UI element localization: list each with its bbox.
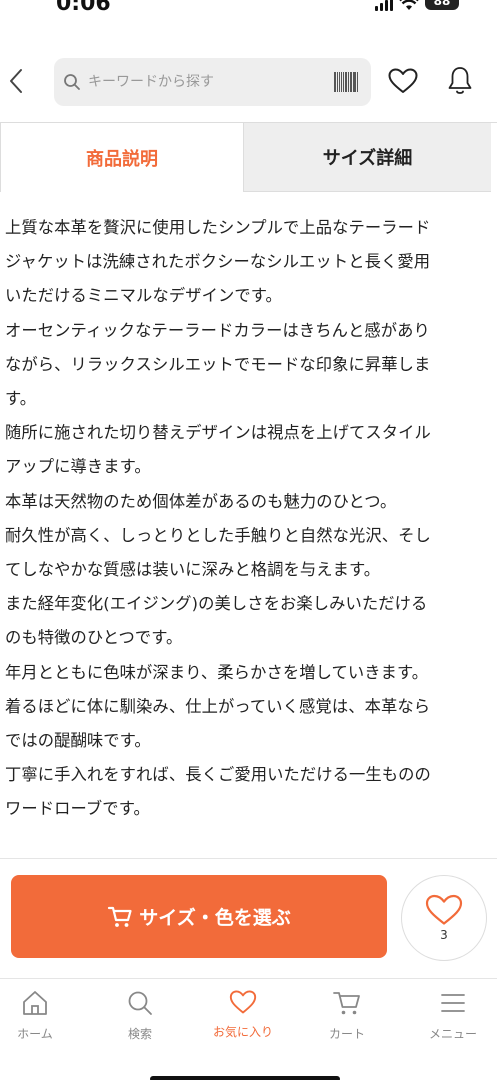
tab-description[interactable]: 商品説明	[0, 123, 244, 192]
status-time: 0:06	[56, 0, 111, 16]
signal-icon	[375, 0, 393, 11]
description-line: ワードローブです。	[5, 799, 150, 819]
heart-icon	[229, 990, 257, 1014]
nav-label-search: 検索	[127, 1027, 152, 1041]
search-icon	[64, 74, 80, 90]
status-indicators: 88	[375, 0, 459, 11]
bottom-nav: ホーム 検索 お気に入り カート メニュー	[0, 978, 497, 1080]
search-bar[interactable]	[54, 58, 371, 106]
description-line: 本革は天然物のため個体差があるのも魅力のひとつ。	[5, 491, 397, 511]
barcode-icon[interactable]	[334, 72, 358, 92]
search-icon	[128, 991, 152, 1015]
nav-item-home[interactable]: ホーム	[0, 989, 85, 1042]
description-line: 着るほどに体に馴染み、仕上がっていく感覚は、本革なら	[5, 696, 431, 716]
home-indicator	[150, 1076, 340, 1080]
description-line: のも特徴のひとつです。	[5, 628, 183, 648]
description-line: 年月とともに色味が深まり、柔らかさを増していきます。	[5, 662, 429, 682]
menu-icon	[441, 994, 465, 1012]
header	[0, 56, 497, 108]
search-input[interactable]	[88, 68, 318, 96]
nav-item-menu[interactable]: メニュー	[403, 989, 497, 1042]
description-line: 上質な本革を贅沢に使用したシンプルで上品なテーラード	[5, 218, 431, 237]
chevron-left-icon	[10, 69, 22, 93]
favorite-button[interactable]: 3	[401, 875, 487, 961]
product-tabs: 商品説明 サイズ詳細	[0, 122, 497, 192]
description-line: 耐久性が高く、しっとりとした手触りと自然な光沢、そし	[5, 525, 431, 545]
nav-label-cart: カート	[328, 1027, 365, 1041]
cta-label: サイズ・色を選ぶ	[139, 908, 291, 929]
nav-label-favorites: お気に入り	[212, 1025, 273, 1039]
description-line: アップに導きます。	[5, 457, 151, 477]
tab-size-details[interactable]: サイズ詳細	[244, 123, 491, 192]
description-line: オーセンティックなテーラードカラーはきちんと感があり	[5, 320, 430, 340]
description-line: また経年変化(エイジング)の美しさをお楽しみいただける	[5, 594, 428, 614]
back-button[interactable]	[4, 64, 28, 98]
heart-icon[interactable]	[388, 68, 418, 94]
nav-label-home: ホーム	[17, 1027, 53, 1041]
favorite-count: 3	[440, 928, 448, 942]
cart-icon	[108, 906, 132, 927]
description-line: いただけるミニマルなデザインです。	[5, 286, 282, 306]
nav-item-search[interactable]: 検索	[90, 989, 190, 1042]
wifi-icon	[399, 0, 419, 10]
battery-icon: 88	[425, 0, 459, 10]
status-bar: 0:06 88	[0, 0, 497, 22]
nav-item-favorites[interactable]: お気に入り	[193, 989, 293, 1040]
home-icon	[23, 991, 47, 1015]
heart-icon	[425, 894, 463, 925]
description-line: 丁寧に手入れをすれば、長くご愛用いただける一生ものの	[5, 765, 431, 785]
description-line: ではの醍醐味です。	[5, 731, 151, 751]
product-description: 上質な本革を贅沢に使用したシンプルで上品なテーラード ジャケットは洗練されたボク…	[5, 211, 485, 827]
description-line: ながら、リラックスシルエットでモードな印象に昇華しま	[5, 354, 431, 374]
nav-label-menu: メニュー	[428, 1027, 477, 1041]
purchase-action-bar: サイズ・色を選ぶ 3	[0, 858, 497, 980]
bell-icon[interactable]	[447, 66, 473, 96]
cart-icon	[333, 992, 360, 1015]
select-size-color-button[interactable]: サイズ・色を選ぶ	[11, 875, 387, 958]
description-line: 随所に施された切り替えデザインは視点を上げてスタイル	[5, 423, 431, 443]
description-line: てしなやかな質感は装いに深みと格調を与えます。	[5, 560, 381, 580]
nav-item-cart[interactable]: カート	[297, 989, 397, 1042]
description-line: す。	[5, 389, 37, 409]
description-line: ジャケットは洗練されたボクシーなシルエットと長く愛用	[5, 252, 431, 272]
